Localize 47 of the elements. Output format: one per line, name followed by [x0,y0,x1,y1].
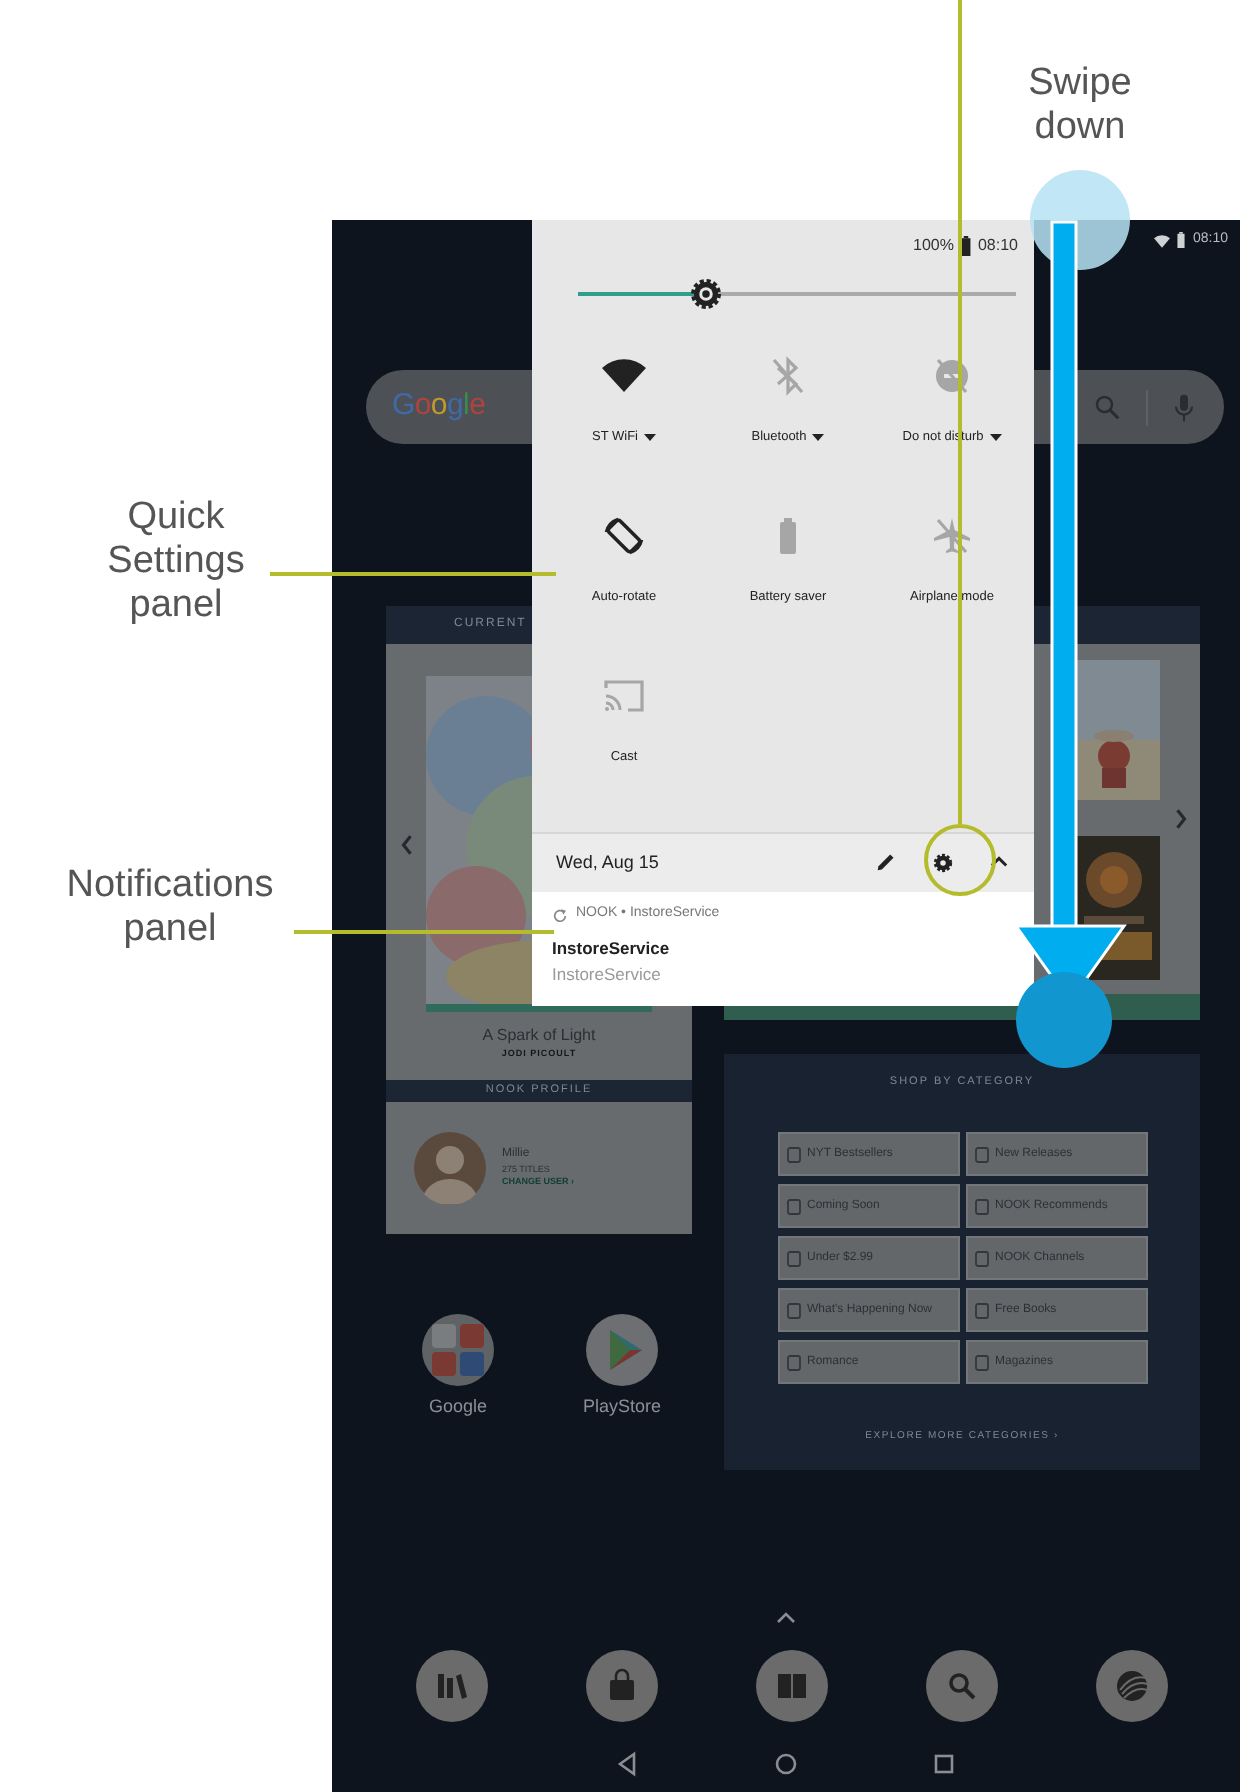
callout-label: Quick Settings panel [105,496,247,628]
recents-icon[interactable] [930,1750,958,1778]
battery-percent: 100% [913,233,954,258]
dock-button[interactable] [586,1650,658,1722]
swirl-logo-icon [1112,1666,1152,1706]
app-folder-icon[interactable] [422,1313,494,1386]
category-icon [973,1197,989,1216]
app-label[interactable]: Google [428,1393,488,1421]
chevron-up-icon[interactable] [776,1612,796,1624]
category-icon [785,1249,801,1268]
avatar [414,1131,486,1204]
category-icon [785,1197,801,1216]
battery-icon [1176,232,1187,248]
brightness-slider[interactable] [578,275,1016,312]
category-icon [785,1301,801,1320]
category-icon [785,1145,801,1164]
category-icon [973,1145,989,1164]
dock-button[interactable] [756,1650,828,1722]
category-icon [973,1249,989,1268]
play-store-icon[interactable] [586,1313,658,1386]
chevron-left-icon[interactable] [399,833,413,855]
chevron-right-icon[interactable] [1173,808,1187,830]
google-logo: Google [392,386,486,427]
app-label[interactable]: PlayStore [582,1393,662,1421]
pencil-icon [876,852,896,873]
dock-button[interactable] [1096,1650,1168,1722]
category-icon [973,1301,989,1320]
category-icon [973,1353,989,1372]
notification-text: InstoreService [552,961,663,987]
home-icon[interactable] [772,1750,800,1778]
battery-icon [959,235,972,256]
touch-indicator [1016,972,1112,1068]
dock-button[interactable] [926,1650,998,1722]
highlight-circle [924,824,996,896]
settings-icon [931,851,953,874]
notification-title: InstoreService [552,935,672,962]
dock-button[interactable] [416,1650,488,1722]
brightness-thumb-icon[interactable] [687,275,723,312]
date-text: Wed, Aug 15 [556,849,659,876]
callout-label: Notifications panel [64,864,276,952]
chevron-up-icon [989,856,1007,869]
wifi-icon [1154,233,1171,247]
category-icon [785,1353,801,1372]
clock-text: 08:10 [977,233,1018,258]
book-title: A Spark of Light [480,1024,598,1048]
gesture-label: Swipe down [1026,62,1134,150]
sync-icon [552,907,568,924]
